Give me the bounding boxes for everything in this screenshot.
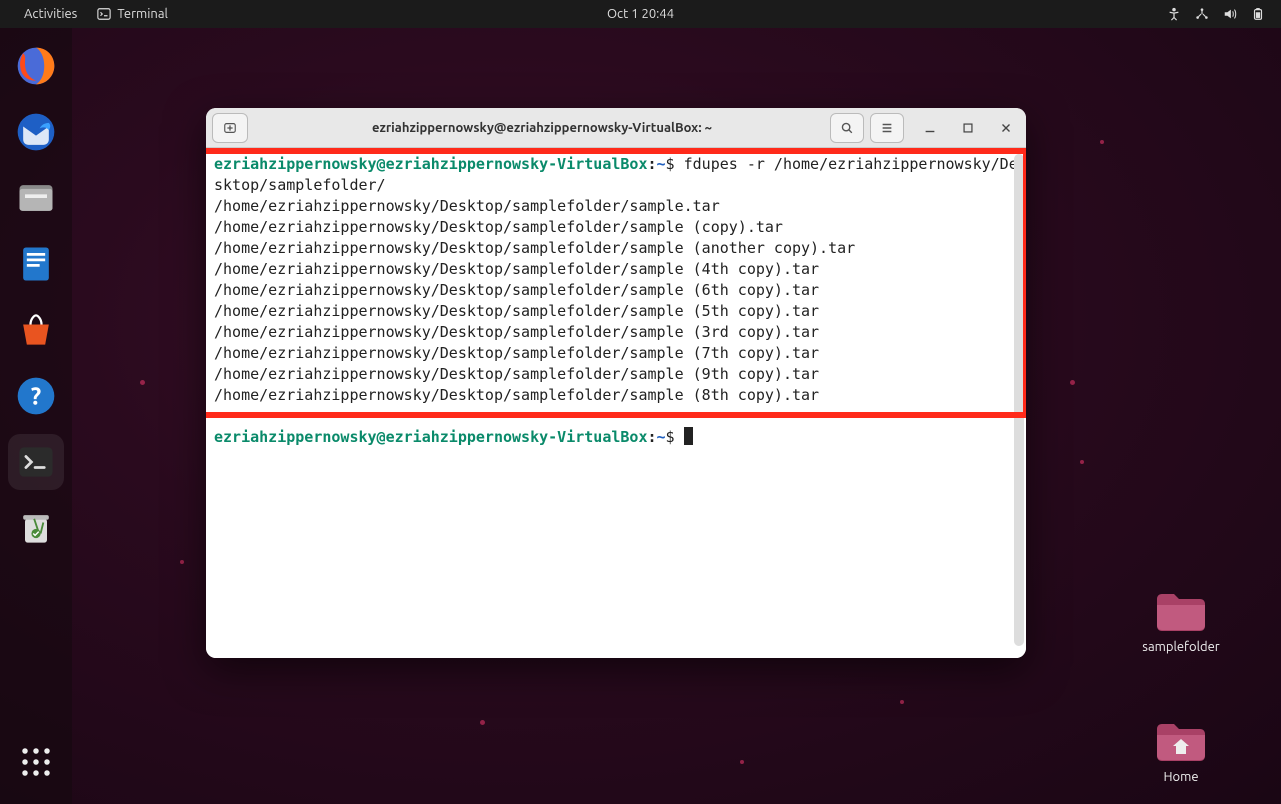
terminal-output-line: /home/ezriahzippernowsky/Desktop/samplef… bbox=[214, 217, 1018, 238]
topbar-clock[interactable]: Oct 1 20:44 bbox=[607, 7, 674, 21]
terminal-titlebar[interactable]: ezriahzippernowsky@ezriahzippernowsky-Vi… bbox=[206, 108, 1026, 148]
terminal-window: ezriahzippernowsky@ezriahzippernowsky-Vi… bbox=[206, 108, 1026, 658]
prompt-dollar: $ bbox=[666, 155, 684, 173]
prompt-path: ~ bbox=[657, 428, 666, 446]
terminal-cursor bbox=[684, 427, 693, 445]
thunderbird-icon[interactable] bbox=[8, 104, 64, 160]
dock: ? bbox=[0, 28, 72, 804]
trash-icon[interactable] bbox=[8, 500, 64, 556]
network-icon[interactable] bbox=[1195, 7, 1209, 21]
help-icon[interactable]: ? bbox=[8, 368, 64, 424]
firefox-icon[interactable] bbox=[8, 38, 64, 94]
software-icon[interactable] bbox=[8, 302, 64, 358]
prompt-user: ezriahzippernowsky@ezriahzippernowsky-Vi… bbox=[214, 155, 647, 173]
menu-button[interactable] bbox=[870, 113, 904, 143]
terminal-output-line: /home/ezriahzippernowsky/Desktop/samplef… bbox=[214, 196, 1018, 217]
search-icon bbox=[840, 121, 854, 135]
show-applications-button[interactable] bbox=[8, 734, 64, 790]
terminal-blank-line bbox=[214, 406, 1018, 427]
prompt-colon: : bbox=[647, 428, 656, 446]
topbar-app[interactable]: Terminal bbox=[89, 7, 176, 21]
prompt-dollar: $ bbox=[666, 428, 684, 446]
files-icon[interactable] bbox=[8, 170, 64, 226]
close-button[interactable] bbox=[992, 114, 1020, 142]
topbar-app-label: Terminal bbox=[117, 7, 168, 21]
desktop-home[interactable]: Home bbox=[1121, 719, 1241, 784]
maximize-button[interactable] bbox=[954, 114, 982, 142]
new-tab-button[interactable] bbox=[212, 113, 248, 143]
terminal-output-line: /home/ezriahzippernowsky/Desktop/samplef… bbox=[214, 280, 1018, 301]
desktop-folder-samplefolder[interactable]: samplefolder bbox=[1121, 589, 1241, 654]
desktop-folder-label: samplefolder bbox=[1121, 640, 1241, 654]
terminal-body[interactable]: ezriahzippernowsky@ezriahzippernowsky-Vi… bbox=[206, 148, 1026, 658]
terminal-output-line: /home/ezriahzippernowsky/Desktop/samplef… bbox=[214, 343, 1018, 364]
terminal-line: ezriahzippernowsky@ezriahzippernowsky-Vi… bbox=[214, 154, 1018, 196]
terminal-output-line: /home/ezriahzippernowsky/Desktop/samplef… bbox=[214, 238, 1018, 259]
prompt-user: ezriahzippernowsky@ezriahzippernowsky-Vi… bbox=[214, 428, 647, 446]
terminal-scrollbar[interactable] bbox=[1014, 154, 1024, 646]
terminal-small-icon bbox=[97, 7, 111, 21]
terminal-output-line: /home/ezriahzippernowsky/Desktop/samplef… bbox=[214, 322, 1018, 343]
terminal-icon[interactable] bbox=[8, 434, 64, 490]
svg-text:?: ? bbox=[31, 382, 41, 409]
top-panel: Activities Terminal Oct 1 20:44 bbox=[0, 0, 1281, 28]
volume-icon[interactable] bbox=[1223, 7, 1237, 21]
close-icon bbox=[999, 121, 1013, 135]
prompt-colon: : bbox=[647, 155, 656, 173]
terminal-line: ezriahzippernowsky@ezriahzippernowsky-Vi… bbox=[214, 427, 1018, 448]
terminal-output-line: /home/ezriahzippernowsky/Desktop/samplef… bbox=[214, 259, 1018, 280]
terminal-output-line: /home/ezriahzippernowsky/Desktop/samplef… bbox=[214, 385, 1018, 406]
minimize-button[interactable] bbox=[916, 114, 944, 142]
activities-button[interactable]: Activities bbox=[24, 7, 77, 21]
writer-icon[interactable] bbox=[8, 236, 64, 292]
desktop-home-label: Home bbox=[1121, 770, 1241, 784]
search-button[interactable] bbox=[830, 113, 864, 143]
prompt-path: ~ bbox=[657, 155, 666, 173]
terminal-output-line: /home/ezriahzippernowsky/Desktop/samplef… bbox=[214, 364, 1018, 385]
hamburger-icon bbox=[880, 121, 894, 135]
terminal-output-line: /home/ezriahzippernowsky/Desktop/samplef… bbox=[214, 301, 1018, 322]
accessibility-icon[interactable] bbox=[1167, 7, 1181, 21]
terminal-title: ezriahzippernowsky@ezriahzippernowsky-Vi… bbox=[254, 121, 830, 135]
power-icon[interactable] bbox=[1251, 7, 1265, 21]
